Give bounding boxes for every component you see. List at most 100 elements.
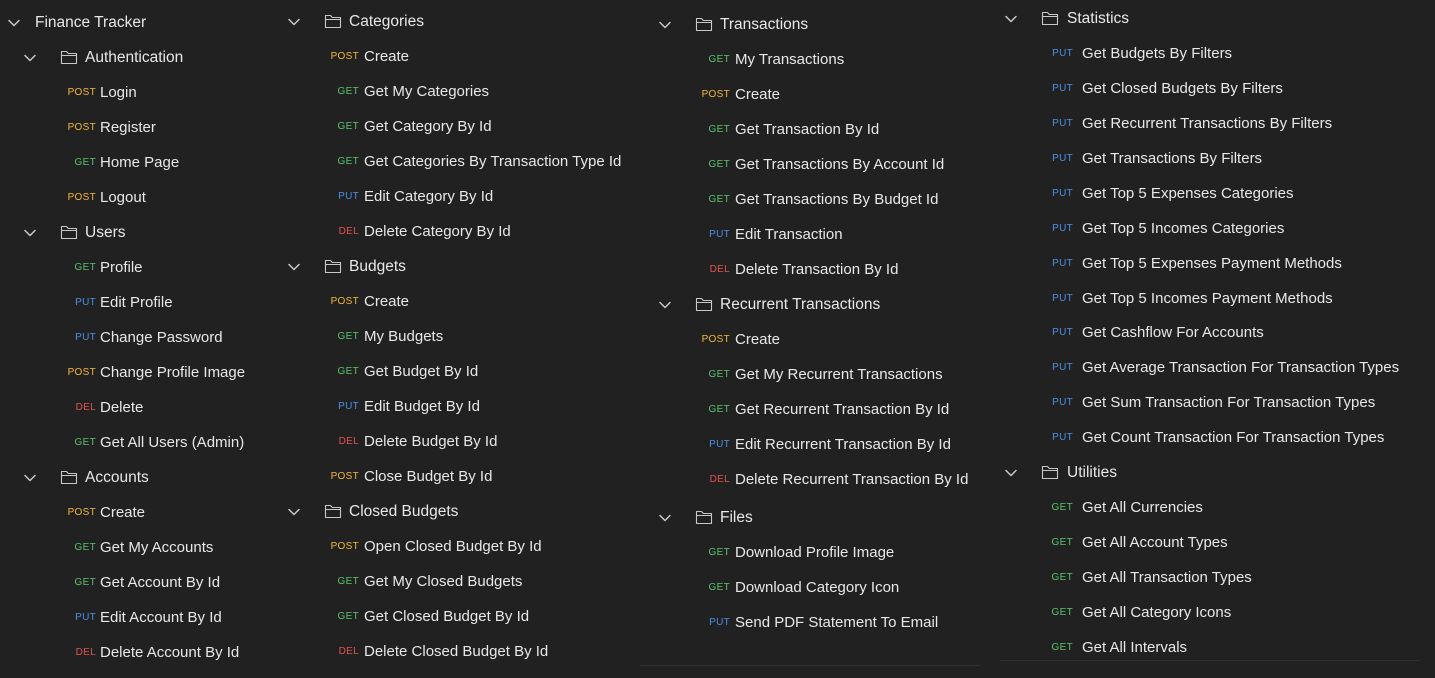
request-close-budget-by-id[interactable]: POST Close Budget By Id xyxy=(286,463,646,491)
request-login[interactable]: POST Login xyxy=(0,79,300,107)
request-get-count-transaction-for-transaction-types[interactable]: PUT Get Count Transaction For Transaction… xyxy=(1003,424,1433,452)
chevron-down-icon[interactable] xyxy=(1003,11,1019,27)
request-get-average-transaction-for-transaction-types[interactable]: PUT Get Average Transaction For Transacti… xyxy=(1003,354,1433,382)
request-get-recurrent-transaction-by-id[interactable]: GET Get Recurrent Transaction By Id xyxy=(657,396,997,424)
request-get-transaction-by-id[interactable]: GET Get Transaction By Id xyxy=(657,116,997,144)
request-delete-recurrent-transaction-by-id[interactable]: DEL Delete Recurrent Transaction By Id xyxy=(657,466,997,494)
request-get-recurrent-transactions-by-filters[interactable]: PUT Get Recurrent Transactions By Filters xyxy=(1003,110,1433,138)
http-method-badge: PUT xyxy=(1052,327,1073,339)
folder-categories[interactable]: Categories xyxy=(286,8,646,36)
request-delete-budget-by-id[interactable]: DEL Delete Budget By Id xyxy=(286,428,646,456)
http-method-badge: PUT xyxy=(75,297,96,308)
request-edit-budget-by-id[interactable]: PUT Edit Budget By Id xyxy=(286,393,646,421)
request-edit-profile[interactable]: PUT Edit Profile xyxy=(0,289,300,317)
request-get-transactions-by-budget-id[interactable]: GET Get Transactions By Budget Id xyxy=(657,186,997,214)
folder-name: Transactions xyxy=(720,16,809,33)
chevron-down-icon[interactable] xyxy=(1003,465,1019,481)
request-get-account-by-id[interactable]: GET Get Account By Id xyxy=(0,569,300,597)
request-get-top-5-expenses-payment-methods[interactable]: PUT Get Top 5 Expenses Payment Methods xyxy=(1003,250,1433,278)
folder-transactions[interactable]: Transactions xyxy=(657,11,997,39)
request-name: Get My Closed Budgets xyxy=(364,573,523,590)
chevron-down-icon[interactable] xyxy=(657,17,673,33)
request-profile[interactable]: GET Profile xyxy=(0,254,300,282)
request-logout[interactable]: POST Logout xyxy=(0,184,300,212)
request-get-all-account-types[interactable]: GET Get All Account Types xyxy=(1003,529,1433,557)
folder-utilities[interactable]: Utilities xyxy=(1003,459,1433,487)
request-get-category-by-id[interactable]: GET Get Category By Id xyxy=(286,113,646,141)
request-edit-transaction[interactable]: PUT Edit Transaction xyxy=(657,221,997,249)
request-delete-transaction-by-id[interactable]: DEL Delete Transaction By Id xyxy=(657,256,997,284)
request-create[interactable]: POST Create xyxy=(286,288,646,316)
request-get-sum-transaction-for-transaction-types[interactable]: PUT Get Sum Transaction For Transaction T… xyxy=(1003,389,1433,417)
request-home-page[interactable]: GET Home Page xyxy=(0,149,300,177)
request-change-profile-image[interactable]: POST Change Profile Image xyxy=(0,359,300,387)
request-get-budgets-by-filters[interactable]: PUT Get Budgets By Filters xyxy=(1003,40,1433,68)
request-open-closed-budget-by-id[interactable]: POST Open Closed Budget By Id xyxy=(286,533,646,561)
request-my-budgets[interactable]: GET My Budgets xyxy=(286,323,646,351)
request-create[interactable]: POST Create xyxy=(657,326,997,354)
request-get-all-category-icons[interactable]: GET Get All Category Icons xyxy=(1003,599,1433,627)
http-method-badge: DEL xyxy=(709,474,730,485)
folder-accounts[interactable]: Accounts xyxy=(0,464,300,492)
request-get-top-5-incomes-categories[interactable]: PUT Get Top 5 Incomes Categories xyxy=(1003,215,1433,243)
chevron-down-icon[interactable] xyxy=(22,50,38,66)
request-get-closed-budgets-by-filters[interactable]: PUT Get Closed Budgets By Filters xyxy=(1003,75,1433,103)
request-get-all-currencies[interactable]: GET Get All Currencies xyxy=(1003,494,1433,522)
request-download-profile-image[interactable]: GET Download Profile Image xyxy=(657,539,997,567)
folder-budgets[interactable]: Budgets xyxy=(286,253,646,281)
chevron-down-icon[interactable] xyxy=(22,225,38,241)
request-edit-category-by-id[interactable]: PUT Edit Category By Id xyxy=(286,183,646,211)
request-delete[interactable]: DEL Delete xyxy=(0,394,300,422)
request-get-all-intervals[interactable]: GET Get All Intervals xyxy=(1003,634,1433,662)
folder-authentication[interactable]: Authentication xyxy=(0,44,300,72)
folder-statistics[interactable]: Statistics xyxy=(1003,5,1433,33)
request-get-my-accounts[interactable]: GET Get My Accounts xyxy=(0,534,300,562)
chevron-down-icon[interactable] xyxy=(286,504,302,520)
divider xyxy=(1000,660,1420,661)
request-get-top-5-incomes-payment-methods[interactable]: PUT Get Top 5 Incomes Payment Methods xyxy=(1003,285,1433,313)
request-name: Logout xyxy=(100,189,146,206)
collection-finance-tracker[interactable]: Finance Tracker xyxy=(0,9,300,37)
request-create[interactable]: POST Create xyxy=(286,43,646,71)
request-get-top-5-expenses-categories[interactable]: PUT Get Top 5 Expenses Categories xyxy=(1003,180,1433,208)
folder-icon xyxy=(1041,464,1059,480)
request-name: Change Profile Image xyxy=(100,364,246,381)
chevron-down-icon[interactable] xyxy=(6,15,22,31)
request-get-my-recurrent-transactions[interactable]: GET Get My Recurrent Transactions xyxy=(657,361,997,389)
request-my-transactions[interactable]: GET My Transactions xyxy=(657,46,997,74)
request-edit-recurrent-transaction-by-id[interactable]: PUT Edit Recurrent Transaction By Id xyxy=(657,431,997,459)
chevron-down-icon[interactable] xyxy=(22,470,38,486)
request-get-my-closed-budgets[interactable]: GET Get My Closed Budgets xyxy=(286,568,646,596)
request-register[interactable]: POST Register xyxy=(0,114,300,142)
folder-recurrent-transactions[interactable]: Recurrent Transactions xyxy=(657,291,997,319)
request-get-transactions-by-account-id[interactable]: GET Get Transactions By Account Id xyxy=(657,151,997,179)
request-get-all-users-admin[interactable]: GET Get All Users (Admin) xyxy=(0,429,300,457)
request-get-all-transaction-types[interactable]: GET Get All Transaction Types xyxy=(1003,564,1433,592)
folder-closed-budgets[interactable]: Closed Budgets xyxy=(286,498,646,526)
request-name: Get Category By Id xyxy=(364,118,492,135)
request-send-pdf-statement-to-email[interactable]: PUT Send PDF Statement To Email xyxy=(657,609,997,637)
request-get-closed-budget-by-id[interactable]: GET Get Closed Budget By Id xyxy=(286,603,646,631)
request-get-categories-by-transaction-type-id[interactable]: GET Get Categories By Transaction Type Id xyxy=(286,148,646,176)
request-change-password[interactable]: PUT Change Password xyxy=(0,324,300,352)
request-delete-closed-budget-by-id[interactable]: DEL Delete Closed Budget By Id xyxy=(286,638,646,666)
request-get-budget-by-id[interactable]: GET Get Budget By Id xyxy=(286,358,646,386)
request-get-my-categories[interactable]: GET Get My Categories xyxy=(286,78,646,106)
request-download-category-icon[interactable]: GET Download Category Icon xyxy=(657,574,997,602)
request-create[interactable]: POST Create xyxy=(0,499,300,527)
request-edit-account-by-id[interactable]: PUT Edit Account By Id xyxy=(0,604,300,632)
chevron-down-icon[interactable] xyxy=(286,259,302,275)
request-delete-account-by-id[interactable]: DEL Delete Account By Id xyxy=(0,639,300,667)
request-get-transactions-by-filters[interactable]: PUT Get Transactions By Filters xyxy=(1003,145,1433,173)
chevron-down-icon[interactable] xyxy=(286,14,302,30)
request-create[interactable]: POST Create xyxy=(657,81,997,109)
folder-users[interactable]: Users xyxy=(0,219,300,247)
chevron-down-icon[interactable] xyxy=(657,297,673,313)
request-name: Get Budgets By Filters xyxy=(1082,44,1233,62)
http-method-badge: DEL xyxy=(338,226,359,237)
collection-column-4: Statistics PUT Get Budgets By Filters PUT Ge… xyxy=(1003,0,1433,678)
request-get-cashflow-for-accounts[interactable]: PUT Get Cashflow For Accounts xyxy=(1003,319,1433,347)
request-delete-category-by-id[interactable]: DEL Delete Category By Id xyxy=(286,218,646,246)
folder-files[interactable]: Files xyxy=(657,504,997,532)
chevron-down-icon[interactable] xyxy=(657,510,673,526)
